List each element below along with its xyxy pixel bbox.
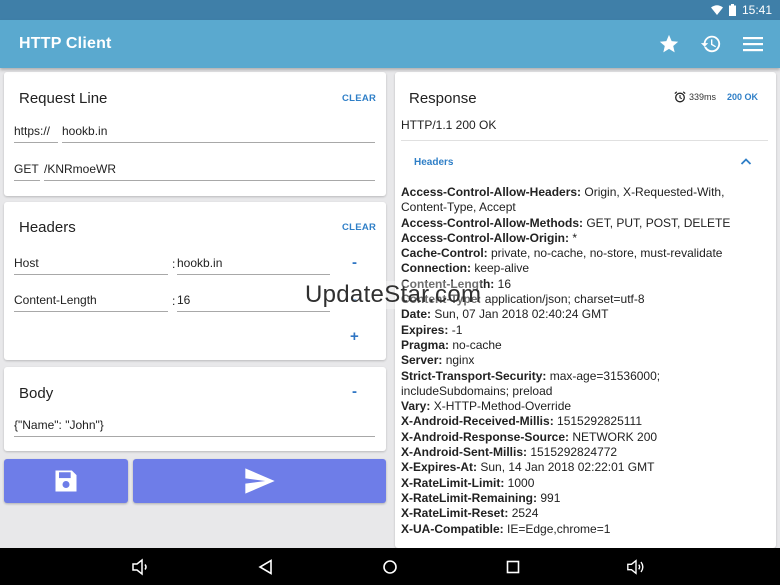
response-time-value: 339ms (689, 92, 717, 102)
request-line-title: Request Line (19, 90, 108, 107)
request-line-clear-button[interactable]: CLEAR (342, 93, 376, 104)
divider (401, 140, 768, 141)
header-line: Access-Control-Allow-Methods: GET, PUT, … (401, 215, 731, 230)
header-line: Access-Control-Allow-Headers: Origin, X-… (401, 185, 725, 199)
menu-icon (743, 37, 763, 52)
header-line: Connection: keep-alive (401, 261, 530, 276)
history-icon (700, 35, 721, 53)
history-button[interactable] (690, 20, 732, 68)
save-button[interactable] (4, 459, 128, 503)
add-header-button[interactable]: + (350, 328, 359, 345)
header-name-field[interactable]: Content-Length (14, 293, 168, 312)
volume-up-button[interactable] (626, 557, 646, 577)
header-line: Content-Type, Accept (401, 200, 516, 215)
home-button[interactable] (380, 557, 400, 577)
volume-down-icon (132, 558, 147, 576)
favorite-button[interactable] (648, 20, 690, 68)
header-line: X-Android-Sent-Millis: 1515292824772 (401, 445, 618, 460)
header-line: Date: Sun, 07 Jan 2018 02:40:24 GMT (401, 307, 609, 322)
header-value-field[interactable]: hookb.in (177, 256, 330, 275)
recents-button[interactable] (503, 557, 523, 577)
header-line: X-UA-Compatible: IE=Edge,chrome=1 (401, 521, 611, 536)
volume-down-button[interactable] (131, 557, 151, 577)
header-line: X-RateLimit-Reset: 2524 (401, 506, 539, 521)
header-line: Pragma: no-cache (401, 337, 502, 352)
battery-icon (728, 4, 736, 16)
volume-up-icon (627, 559, 644, 575)
body-content-field[interactable]: {"Name": "John"} (14, 418, 375, 437)
navigation-bar (0, 548, 780, 585)
chevron-up-icon[interactable] (740, 156, 752, 166)
request-line-card: Request Line CLEAR https:// hookb.in GET… (4, 72, 386, 196)
star-icon (659, 34, 679, 53)
header-line: Strict-Transport-Security: max-age=31536… (401, 368, 661, 383)
response-status-line: HTTP/1.1 200 OK (401, 118, 497, 132)
remove-header-button[interactable]: - (352, 254, 357, 271)
response-time: 339ms (674, 91, 716, 103)
response-code: 200 OK (727, 92, 759, 102)
status-time: 15:41 (741, 3, 772, 17)
wifi-icon (710, 5, 723, 15)
header-separator: : (172, 294, 176, 308)
app-title: HTTP Client (19, 35, 112, 52)
app-bar: HTTP Client (0, 20, 780, 68)
header-line: Cache-Control: private, no-cache, no-sto… (401, 246, 723, 261)
recents-icon (506, 560, 520, 574)
header-name-field[interactable]: Host (14, 256, 168, 275)
header-line: X-Android-Response-Source: NETWORK 200 (401, 429, 658, 444)
send-button[interactable] (133, 459, 386, 503)
header-line: X-Android-Received-Millis: 1515292825111 (401, 414, 642, 429)
header-line: X-RateLimit-Limit: 1000 (401, 475, 535, 490)
back-icon (258, 559, 272, 575)
header-line: Server: nginx (401, 353, 475, 368)
scheme-field[interactable]: https:// (14, 124, 58, 143)
home-icon (383, 560, 397, 574)
headers-clear-button[interactable]: CLEAR (342, 222, 376, 233)
header-line: Vary: X-HTTP-Method-Override (401, 399, 572, 414)
body-title: Body (19, 385, 54, 402)
watermark: UpdateStar.com (305, 281, 482, 309)
path-field[interactable]: /KNRmoeWR (44, 162, 375, 181)
response-title: Response (409, 90, 477, 107)
host-field[interactable]: hookb.in (62, 124, 375, 143)
send-icon (244, 468, 275, 494)
response-headers-list: Access-Control-Allow-Headers: Origin, X-… (401, 185, 768, 537)
header-line: Expires: -1 (401, 322, 463, 337)
headers-title: Headers (19, 219, 76, 236)
header-line: includeSubdomains; preload (401, 383, 553, 398)
save-icon (55, 470, 77, 492)
body-card: Body - {"Name": "John"} (4, 367, 386, 451)
response-card: Response 339ms 200 OK HTTP/1.1 200 OK He… (395, 72, 776, 548)
header-separator: : (172, 257, 176, 271)
collapse-body-button[interactable]: - (352, 383, 357, 400)
menu-button[interactable] (732, 20, 774, 68)
header-line: Access-Control-Allow-Origin: * (401, 230, 578, 245)
response-headers-toggle[interactable]: Headers (414, 157, 453, 168)
method-field[interactable]: GET (14, 162, 40, 181)
status-bar: 15:41 (0, 0, 780, 20)
header-line: X-Expires-At: Sun, 14 Jan 2018 02:22:01 … (401, 460, 655, 475)
back-button[interactable] (256, 557, 276, 577)
header-line: X-RateLimit-Remaining: 991 (401, 490, 561, 505)
alarm-clock-icon (674, 91, 686, 103)
